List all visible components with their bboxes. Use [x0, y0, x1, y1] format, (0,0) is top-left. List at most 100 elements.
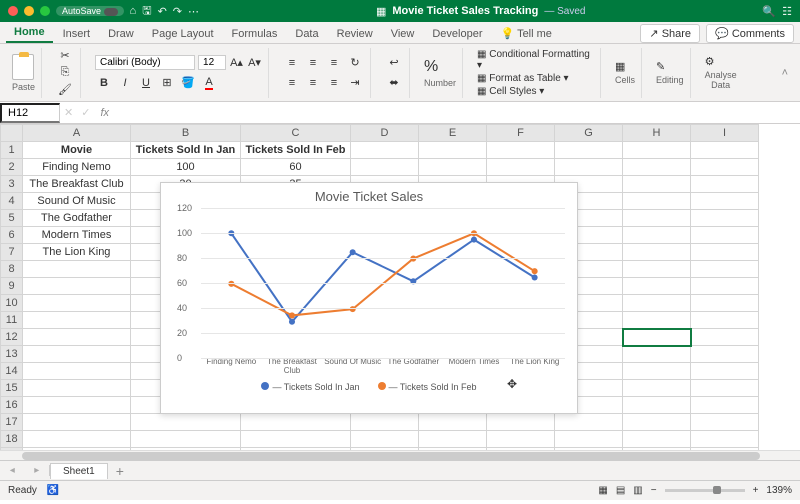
- cell[interactable]: [691, 176, 759, 193]
- formula-input[interactable]: [115, 107, 800, 119]
- underline-button[interactable]: U: [137, 74, 155, 92]
- merge-icon[interactable]: ⬌: [385, 74, 403, 92]
- cell[interactable]: [555, 159, 623, 176]
- view-page-break-icon[interactable]: ▥: [633, 485, 642, 496]
- home-icon[interactable]: ⌂: [130, 5, 137, 17]
- cell[interactable]: The Breakfast Club: [23, 176, 131, 193]
- col-header[interactable]: F: [487, 125, 555, 142]
- cell[interactable]: Tickets Sold In Feb: [241, 142, 351, 159]
- cell[interactable]: [691, 193, 759, 210]
- cell[interactable]: [691, 431, 759, 448]
- cell[interactable]: [351, 142, 419, 159]
- cell[interactable]: Finding Nemo: [23, 159, 131, 176]
- cell[interactable]: [351, 159, 419, 176]
- redo-icon[interactable]: ↷: [173, 5, 182, 18]
- align-top-icon[interactable]: ≡: [283, 54, 301, 72]
- row-header[interactable]: 10: [1, 295, 23, 312]
- grow-font-icon[interactable]: A▴: [229, 54, 244, 72]
- cell[interactable]: [241, 431, 351, 448]
- share-button[interactable]: ↗ Share: [640, 24, 700, 43]
- cell[interactable]: [23, 346, 131, 363]
- cell[interactable]: [691, 363, 759, 380]
- align-bot-icon[interactable]: ≡: [325, 54, 343, 72]
- cell[interactable]: [691, 244, 759, 261]
- cell[interactable]: [623, 346, 691, 363]
- col-header[interactable]: E: [419, 125, 487, 142]
- cell[interactable]: [623, 312, 691, 329]
- cell[interactable]: [23, 363, 131, 380]
- cell[interactable]: [23, 312, 131, 329]
- italic-button[interactable]: I: [116, 74, 134, 92]
- sheet-nav-first-icon[interactable]: ◂: [10, 465, 15, 476]
- worksheet-grid[interactable]: ABCDEFGHI1MovieTickets Sold In JanTicket…: [0, 124, 800, 450]
- paste-icon[interactable]: [12, 54, 34, 80]
- collapse-ribbon-icon[interactable]: ˄: [776, 67, 794, 79]
- undo-icon[interactable]: ↶: [158, 5, 167, 18]
- cell[interactable]: Modern Times: [23, 227, 131, 244]
- more-icon[interactable]: ⋯: [188, 5, 199, 18]
- col-header[interactable]: A: [23, 125, 131, 142]
- editing-icon[interactable]: ✎: [656, 60, 684, 73]
- cell[interactable]: [623, 176, 691, 193]
- col-header[interactable]: G: [555, 125, 623, 142]
- font-color-icon[interactable]: A: [200, 74, 218, 92]
- cell[interactable]: [555, 431, 623, 448]
- cell[interactable]: [23, 431, 131, 448]
- cell[interactable]: [623, 261, 691, 278]
- row-header[interactable]: 4: [1, 193, 23, 210]
- row-header[interactable]: 7: [1, 244, 23, 261]
- cell[interactable]: [691, 414, 759, 431]
- tab-review[interactable]: Review: [329, 25, 381, 43]
- cell[interactable]: [487, 142, 555, 159]
- search-icon[interactable]: 🔍: [762, 5, 776, 18]
- cell[interactable]: [691, 210, 759, 227]
- cell[interactable]: 60: [241, 159, 351, 176]
- cell[interactable]: [241, 414, 351, 431]
- align-left-icon[interactable]: ≡: [283, 74, 301, 92]
- cell[interactable]: [487, 431, 555, 448]
- cell[interactable]: [131, 431, 241, 448]
- cell[interactable]: [623, 227, 691, 244]
- col-header[interactable]: I: [691, 125, 759, 142]
- cancel-formula-icon[interactable]: ✕: [60, 106, 77, 119]
- orientation-icon[interactable]: ↻: [346, 54, 364, 72]
- cell[interactable]: [23, 329, 131, 346]
- cell[interactable]: [419, 431, 487, 448]
- sheet-nav-last-icon[interactable]: ▸: [34, 465, 39, 476]
- cell[interactable]: [691, 159, 759, 176]
- row-header[interactable]: 13: [1, 346, 23, 363]
- row-header[interactable]: 15: [1, 380, 23, 397]
- notify-icon[interactable]: ☷: [782, 5, 792, 18]
- tab-developer[interactable]: Developer: [424, 25, 490, 43]
- tell-me[interactable]: 💡 Tell me: [493, 24, 560, 43]
- percent-icon[interactable]: %: [424, 58, 456, 76]
- row-header[interactable]: 16: [1, 397, 23, 414]
- sheet-tab[interactable]: Sheet1: [50, 463, 108, 479]
- cell[interactable]: [623, 414, 691, 431]
- tab-home[interactable]: Home: [6, 23, 53, 43]
- cell[interactable]: [487, 159, 555, 176]
- row-header[interactable]: 14: [1, 363, 23, 380]
- row-header[interactable]: 3: [1, 176, 23, 193]
- view-normal-icon[interactable]: ▦: [598, 485, 607, 496]
- row-header[interactable]: 11: [1, 312, 23, 329]
- cell[interactable]: [419, 414, 487, 431]
- cell[interactable]: [623, 295, 691, 312]
- row-header[interactable]: 6: [1, 227, 23, 244]
- row-header[interactable]: 17: [1, 414, 23, 431]
- tab-data[interactable]: Data: [287, 25, 326, 43]
- cell[interactable]: [691, 397, 759, 414]
- cell[interactable]: [23, 278, 131, 295]
- font-family-select[interactable]: [95, 55, 195, 70]
- cell[interactable]: [623, 210, 691, 227]
- row-header[interactable]: 1: [1, 142, 23, 159]
- tab-draw[interactable]: Draw: [100, 25, 142, 43]
- row-header[interactable]: 18: [1, 431, 23, 448]
- cell[interactable]: [623, 159, 691, 176]
- align-center-icon[interactable]: ≡: [304, 74, 322, 92]
- cell[interactable]: [131, 414, 241, 431]
- row-header[interactable]: 9: [1, 278, 23, 295]
- tab-insert[interactable]: Insert: [55, 25, 99, 43]
- close-window-dot[interactable]: [8, 6, 18, 16]
- cell[interactable]: [419, 159, 487, 176]
